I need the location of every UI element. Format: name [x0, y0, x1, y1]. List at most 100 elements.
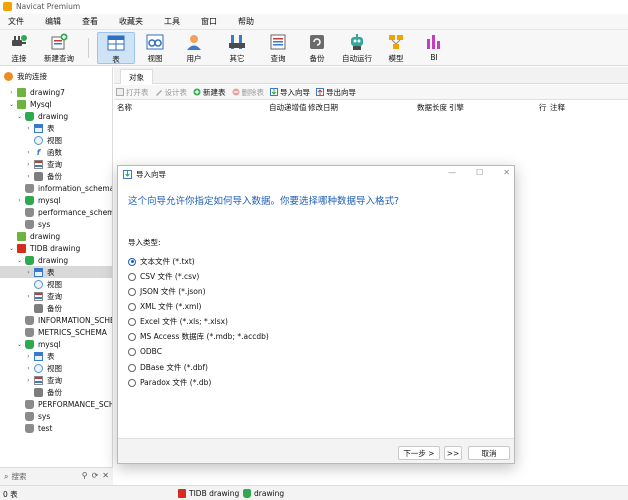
- table-button[interactable]: 表: [97, 32, 135, 64]
- tree-header[interactable]: 我的连接: [0, 70, 112, 82]
- col-engine[interactable]: 引擎: [449, 102, 464, 113]
- model-button[interactable]: 模型: [383, 32, 409, 64]
- search-input[interactable]: 搜索: [11, 471, 26, 482]
- close-icon[interactable]: ✕: [503, 168, 510, 177]
- open-table-button[interactable]: 打开表: [116, 87, 149, 98]
- database-icon: [25, 183, 34, 193]
- radio-button[interactable]: [128, 272, 136, 281]
- radio-button[interactable]: [128, 332, 136, 341]
- tree-item-drawing-db[interactable]: ⌄ drawing: [0, 110, 112, 122]
- col-name[interactable]: 名称: [117, 102, 132, 113]
- radio-option-txt[interactable]: 文本文件 (*.txt): [128, 256, 195, 267]
- menu-favorites[interactable]: 收藏夹: [111, 16, 151, 27]
- tree-item-label: mysql: [38, 195, 61, 205]
- chevron-down-icon: ⌄: [8, 100, 15, 108]
- maximize-icon[interactable]: ☐: [476, 168, 483, 177]
- menu-window[interactable]: 窗口: [193, 16, 225, 27]
- close-icon[interactable]: ✕: [102, 471, 109, 480]
- sidebar-search-bar[interactable]: ⌕ 搜索 ⚲ ⟳ ✕: [0, 467, 113, 485]
- status-bar: 0 表 TIDB drawing drawing: [0, 485, 628, 500]
- radio-button[interactable]: [128, 287, 136, 296]
- col-modified-date[interactable]: 修改日期: [308, 102, 338, 113]
- col-auto-increment[interactable]: 自动递增值: [269, 102, 307, 113]
- tree-item-information-schema[interactable]: information_schema: [0, 182, 112, 194]
- tree-item-functions[interactable]: › f 函数: [0, 146, 112, 158]
- menu-tools[interactable]: 工具: [156, 16, 188, 27]
- tree-item-performance-schema[interactable]: performance_schema: [0, 206, 112, 218]
- radio-option-json[interactable]: JSON 文件 (*.json): [128, 286, 206, 297]
- backup-button[interactable]: 备份: [304, 32, 330, 64]
- radio-option-excel[interactable]: Excel 文件 (*.xls; *.xlsx): [128, 316, 228, 327]
- tab-objects[interactable]: 对象: [120, 69, 153, 84]
- radio-button[interactable]: [128, 347, 136, 356]
- design-table-button[interactable]: 设计表: [155, 87, 187, 98]
- query-button[interactable]: 查询: [265, 32, 291, 64]
- tree-item-sys[interactable]: sys: [0, 218, 112, 230]
- radio-button[interactable]: [128, 363, 136, 372]
- tree-item-views[interactable]: 视图: [0, 278, 112, 290]
- new-table-button[interactable]: 新建表: [193, 87, 226, 98]
- radio-button[interactable]: [128, 302, 136, 311]
- user-button[interactable]: 用户: [181, 32, 207, 64]
- tree-item-tables[interactable]: › 表: [0, 350, 112, 362]
- last-step-button[interactable]: >>: [444, 446, 462, 460]
- delete-table-button[interactable]: 删除表: [232, 87, 264, 98]
- radio-option-paradox[interactable]: Paradox 文件 (*.db): [128, 377, 211, 388]
- tree-item-performance-schema-upper[interactable]: PERFORMANCE_SCHEMA: [0, 398, 112, 410]
- radio-option-access[interactable]: MS Access 数据库 (*.mdb; *.accdb): [128, 331, 269, 342]
- new-query-button[interactable]: 新建查询: [42, 32, 76, 64]
- menu-help[interactable]: 帮助: [230, 16, 262, 27]
- tree-item-queries[interactable]: › 查询: [0, 290, 112, 302]
- radio-option-dbase[interactable]: DBase 文件 (*.dbf): [128, 362, 208, 373]
- tree-item-drawing7[interactable]: › drawing7: [0, 86, 112, 98]
- tree-item-tables[interactable]: › 表: [0, 122, 112, 134]
- cancel-button[interactable]: 取消: [468, 446, 510, 460]
- tree-item-label: mysql: [38, 339, 61, 349]
- tree-item-mysql-db[interactable]: › mysql: [0, 194, 112, 206]
- tree-item-tidb-drawing-db[interactable]: ⌄ drawing: [0, 254, 112, 266]
- tree-item-tables-selected[interactable]: › 表: [0, 266, 112, 278]
- radio-option-odbc[interactable]: ODBC: [128, 347, 162, 356]
- tree-item-mysql-conn[interactable]: ⌄ Mysql: [0, 98, 112, 110]
- menu-edit[interactable]: 编辑: [37, 16, 69, 27]
- tree-item-label: 表: [47, 267, 55, 277]
- connect-button[interactable]: 连接: [6, 32, 32, 64]
- tree-item-label: drawing: [38, 111, 69, 121]
- tree-item-views[interactable]: 视图: [0, 134, 112, 146]
- next-button[interactable]: 下一步 >: [398, 446, 440, 460]
- tree-item-views[interactable]: › 视图: [0, 362, 112, 374]
- tree-item-backups[interactable]: › 备份: [0, 170, 112, 182]
- glasses-icon: [146, 33, 164, 51]
- tree-item-tidb-drawing[interactable]: ⌄ TIDB drawing: [0, 242, 112, 254]
- radio-option-csv[interactable]: CSV 文件 (*.csv): [128, 271, 199, 282]
- tree-item-backups[interactable]: 备份: [0, 302, 112, 314]
- view-button[interactable]: 视图: [142, 32, 168, 64]
- tree-item-sys[interactable]: sys: [0, 410, 112, 422]
- others-button[interactable]: 其它: [224, 32, 250, 64]
- col-data-length[interactable]: 数据长度: [417, 102, 447, 113]
- filter-icon[interactable]: ⚲: [82, 471, 88, 480]
- radio-button[interactable]: [128, 317, 136, 326]
- radio-button[interactable]: [128, 378, 136, 387]
- tree-item-test[interactable]: test: [0, 422, 112, 434]
- radio-button-checked[interactable]: [128, 257, 136, 266]
- automation-button[interactable]: 自动运行: [340, 32, 374, 64]
- open-table-label: 打开表: [126, 87, 149, 97]
- menu-view[interactable]: 查看: [74, 16, 106, 27]
- col-comment[interactable]: 注释: [550, 102, 565, 113]
- bi-button[interactable]: BI: [421, 32, 447, 64]
- export-wizard-button[interactable]: 导出向导: [316, 87, 356, 98]
- tree-item-backups[interactable]: 备份: [0, 386, 112, 398]
- tree-item-drawing-conn[interactable]: drawing: [0, 230, 112, 242]
- tree-item-metrics-schema[interactable]: METRICS_SCHEMA: [0, 326, 112, 338]
- radio-option-xml[interactable]: XML 文件 (*.xml): [128, 301, 201, 312]
- menu-file[interactable]: 文件: [0, 16, 32, 27]
- tree-item-queries[interactable]: › 查询: [0, 158, 112, 170]
- tree-item-queries[interactable]: › 查询: [0, 374, 112, 386]
- tree-item-tidb-mysql-db[interactable]: ⌄ mysql: [0, 338, 112, 350]
- minimize-icon[interactable]: —: [448, 168, 456, 177]
- refresh-icon[interactable]: ⟳: [92, 471, 99, 480]
- col-rows[interactable]: 行: [539, 102, 547, 113]
- tree-item-information-schema-upper[interactable]: INFORMATION_SCHEMA: [0, 314, 112, 326]
- import-wizard-button[interactable]: 导入向导: [270, 87, 310, 98]
